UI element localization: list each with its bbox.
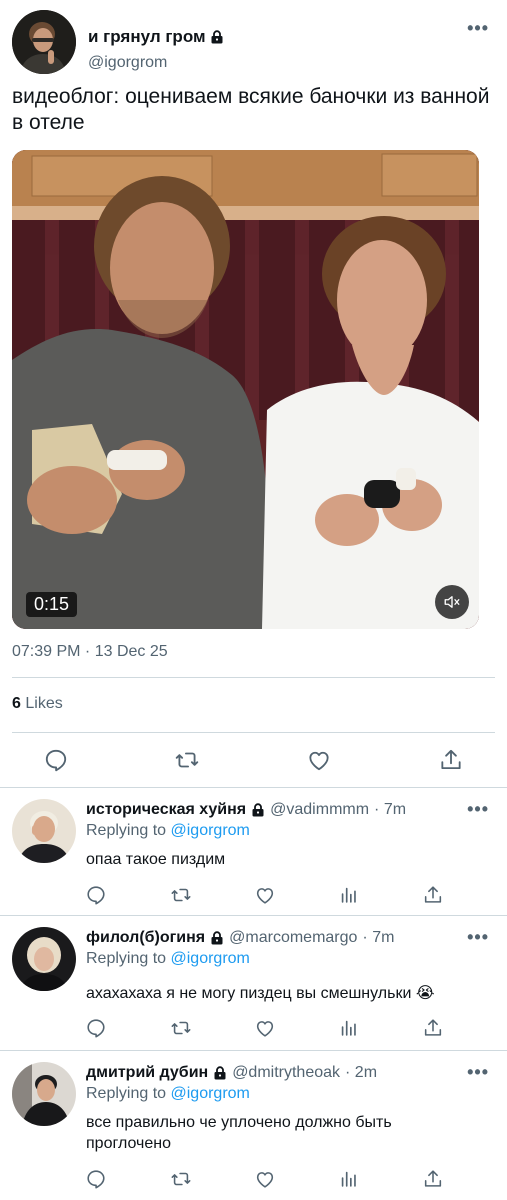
reply-item[interactable]: историческая хуйня @vadimmmm · 7m ••• Re… — [0, 787, 507, 915]
like-icon — [254, 1017, 276, 1039]
replying-to: Replying to @igorgrom — [86, 950, 250, 968]
replying-to: Replying to @igorgrom — [86, 1085, 250, 1103]
share-icon — [422, 1017, 444, 1039]
reply-text: опаа такое пиздим — [86, 851, 226, 868]
reply-time[interactable]: · 7m — [374, 801, 406, 819]
replying-to-prefix: Replying to — [86, 822, 167, 839]
reply-avatar[interactable] — [12, 799, 76, 863]
replying-to-link[interactable]: @igorgrom — [171, 950, 250, 967]
replying-to-link[interactable]: @igorgrom — [171, 1085, 250, 1102]
reply-author-name[interactable]: дмитрий дубин — [86, 1064, 208, 1082]
retweet-button[interactable] — [168, 882, 194, 908]
like-icon — [306, 747, 332, 773]
share-button[interactable] — [420, 882, 446, 908]
reply-actions — [0, 1015, 507, 1045]
reply-author-name[interactable]: филол(б)огиня — [86, 929, 205, 947]
author-name[interactable]: и грянул гром — [88, 27, 224, 47]
like-button[interactable] — [252, 1166, 278, 1192]
reply-time[interactable]: · 2m — [345, 1064, 377, 1082]
likes-label: Likes — [25, 695, 63, 712]
more-options-icon[interactable]: ••• — [467, 799, 489, 820]
reply-header: филол(б)огиня @marcomemargo · 7m — [86, 929, 394, 947]
tweet-header: и грянул гром @igorgrom ••• — [12, 10, 495, 74]
reply-icon — [43, 747, 69, 773]
retweet-button[interactable] — [168, 1015, 194, 1041]
reply-button[interactable] — [83, 882, 109, 908]
author-handle[interactable]: @igorgrom — [88, 54, 167, 72]
replying-to-link[interactable]: @igorgrom — [171, 822, 250, 839]
reply-header: историческая хуйня @vadimmmm · 7m — [86, 801, 406, 819]
video-timecode: 0:15 — [26, 592, 78, 617]
author-name-text[interactable]: и грянул гром — [88, 27, 206, 47]
divider — [12, 732, 495, 733]
lock-icon — [213, 1066, 227, 1080]
like-button[interactable] — [252, 1015, 278, 1041]
retweet-icon — [170, 884, 192, 906]
reply-time[interactable]: · 7m — [362, 929, 394, 947]
reply-author-handle[interactable]: @marcomemargo — [229, 929, 357, 947]
reply-icon — [85, 1168, 107, 1190]
more-options-icon[interactable]: ••• — [467, 18, 489, 39]
share-icon — [438, 747, 464, 773]
share-button[interactable] — [438, 747, 464, 773]
mute-icon — [444, 596, 460, 608]
tweet-timestamp[interactable]: 07:39 PM · 13 Dec 25 — [12, 643, 168, 661]
retweet-button[interactable] — [174, 747, 200, 773]
analytics-icon — [338, 1168, 360, 1190]
retweet-icon — [170, 1017, 192, 1039]
divider — [12, 677, 495, 678]
video-frame — [12, 150, 479, 629]
reply-icon — [85, 884, 107, 906]
reply-actions — [0, 882, 507, 912]
like-icon — [254, 884, 276, 906]
replying-to-prefix: Replying to — [86, 950, 167, 967]
analytics-button[interactable] — [336, 1166, 362, 1192]
share-icon — [422, 884, 444, 906]
analytics-button[interactable] — [336, 1015, 362, 1041]
lock-icon — [251, 803, 265, 817]
reply-text: все правильно че уплочено должно быть пр… — [86, 1114, 392, 1152]
likes-stat[interactable]: 6 Likes — [12, 695, 63, 713]
analytics-button[interactable] — [336, 882, 362, 908]
reply-button[interactable] — [43, 747, 69, 773]
mute-button[interactable] — [435, 585, 469, 619]
tweet-actions — [0, 747, 507, 777]
reply-text: ахахахаха я не могу пиздец вы смешнульки… — [86, 985, 435, 1002]
reply-button[interactable] — [83, 1015, 109, 1041]
tweet-text: видеоблог: оцениваем всякие баночки из в… — [12, 85, 490, 134]
like-icon — [254, 1168, 276, 1190]
reply-item[interactable]: филол(б)огиня @marcomemargo · 7m ••• Rep… — [0, 915, 507, 1050]
retweet-icon — [170, 1168, 192, 1190]
replying-to-prefix: Replying to — [86, 1085, 167, 1102]
reply-icon — [85, 1017, 107, 1039]
analytics-icon — [338, 884, 360, 906]
reply-button[interactable] — [83, 1166, 109, 1192]
share-button[interactable] — [420, 1166, 446, 1192]
retweet-button[interactable] — [168, 1166, 194, 1192]
replying-to: Replying to @igorgrom — [86, 822, 250, 840]
reply-header: дмитрий дубин @dmitrytheoak · 2m — [86, 1064, 377, 1082]
reply-actions — [0, 1166, 507, 1196]
more-options-icon[interactable]: ••• — [467, 927, 489, 948]
likes-count: 6 — [12, 695, 21, 712]
analytics-icon — [338, 1017, 360, 1039]
reply-author-handle[interactable]: @vadimmmm — [270, 801, 369, 819]
lock-icon — [210, 931, 224, 945]
reply-item[interactable]: дмитрий дубин @dmitrytheoak · 2m ••• Rep… — [0, 1050, 507, 1200]
reply-author-name[interactable]: историческая хуйня — [86, 801, 246, 819]
retweet-icon — [174, 747, 200, 773]
reply-avatar[interactable] — [12, 927, 76, 991]
lock-icon — [210, 30, 224, 44]
more-options-icon[interactable]: ••• — [467, 1062, 489, 1083]
share-icon — [422, 1168, 444, 1190]
reply-author-handle[interactable]: @dmitrytheoak — [232, 1064, 340, 1082]
share-button[interactable] — [420, 1015, 446, 1041]
like-button[interactable] — [306, 747, 332, 773]
reply-avatar[interactable] — [12, 1062, 76, 1126]
like-button[interactable] — [252, 882, 278, 908]
author-avatar[interactable] — [12, 10, 76, 74]
tweet-video[interactable]: 0:15 — [12, 150, 479, 629]
